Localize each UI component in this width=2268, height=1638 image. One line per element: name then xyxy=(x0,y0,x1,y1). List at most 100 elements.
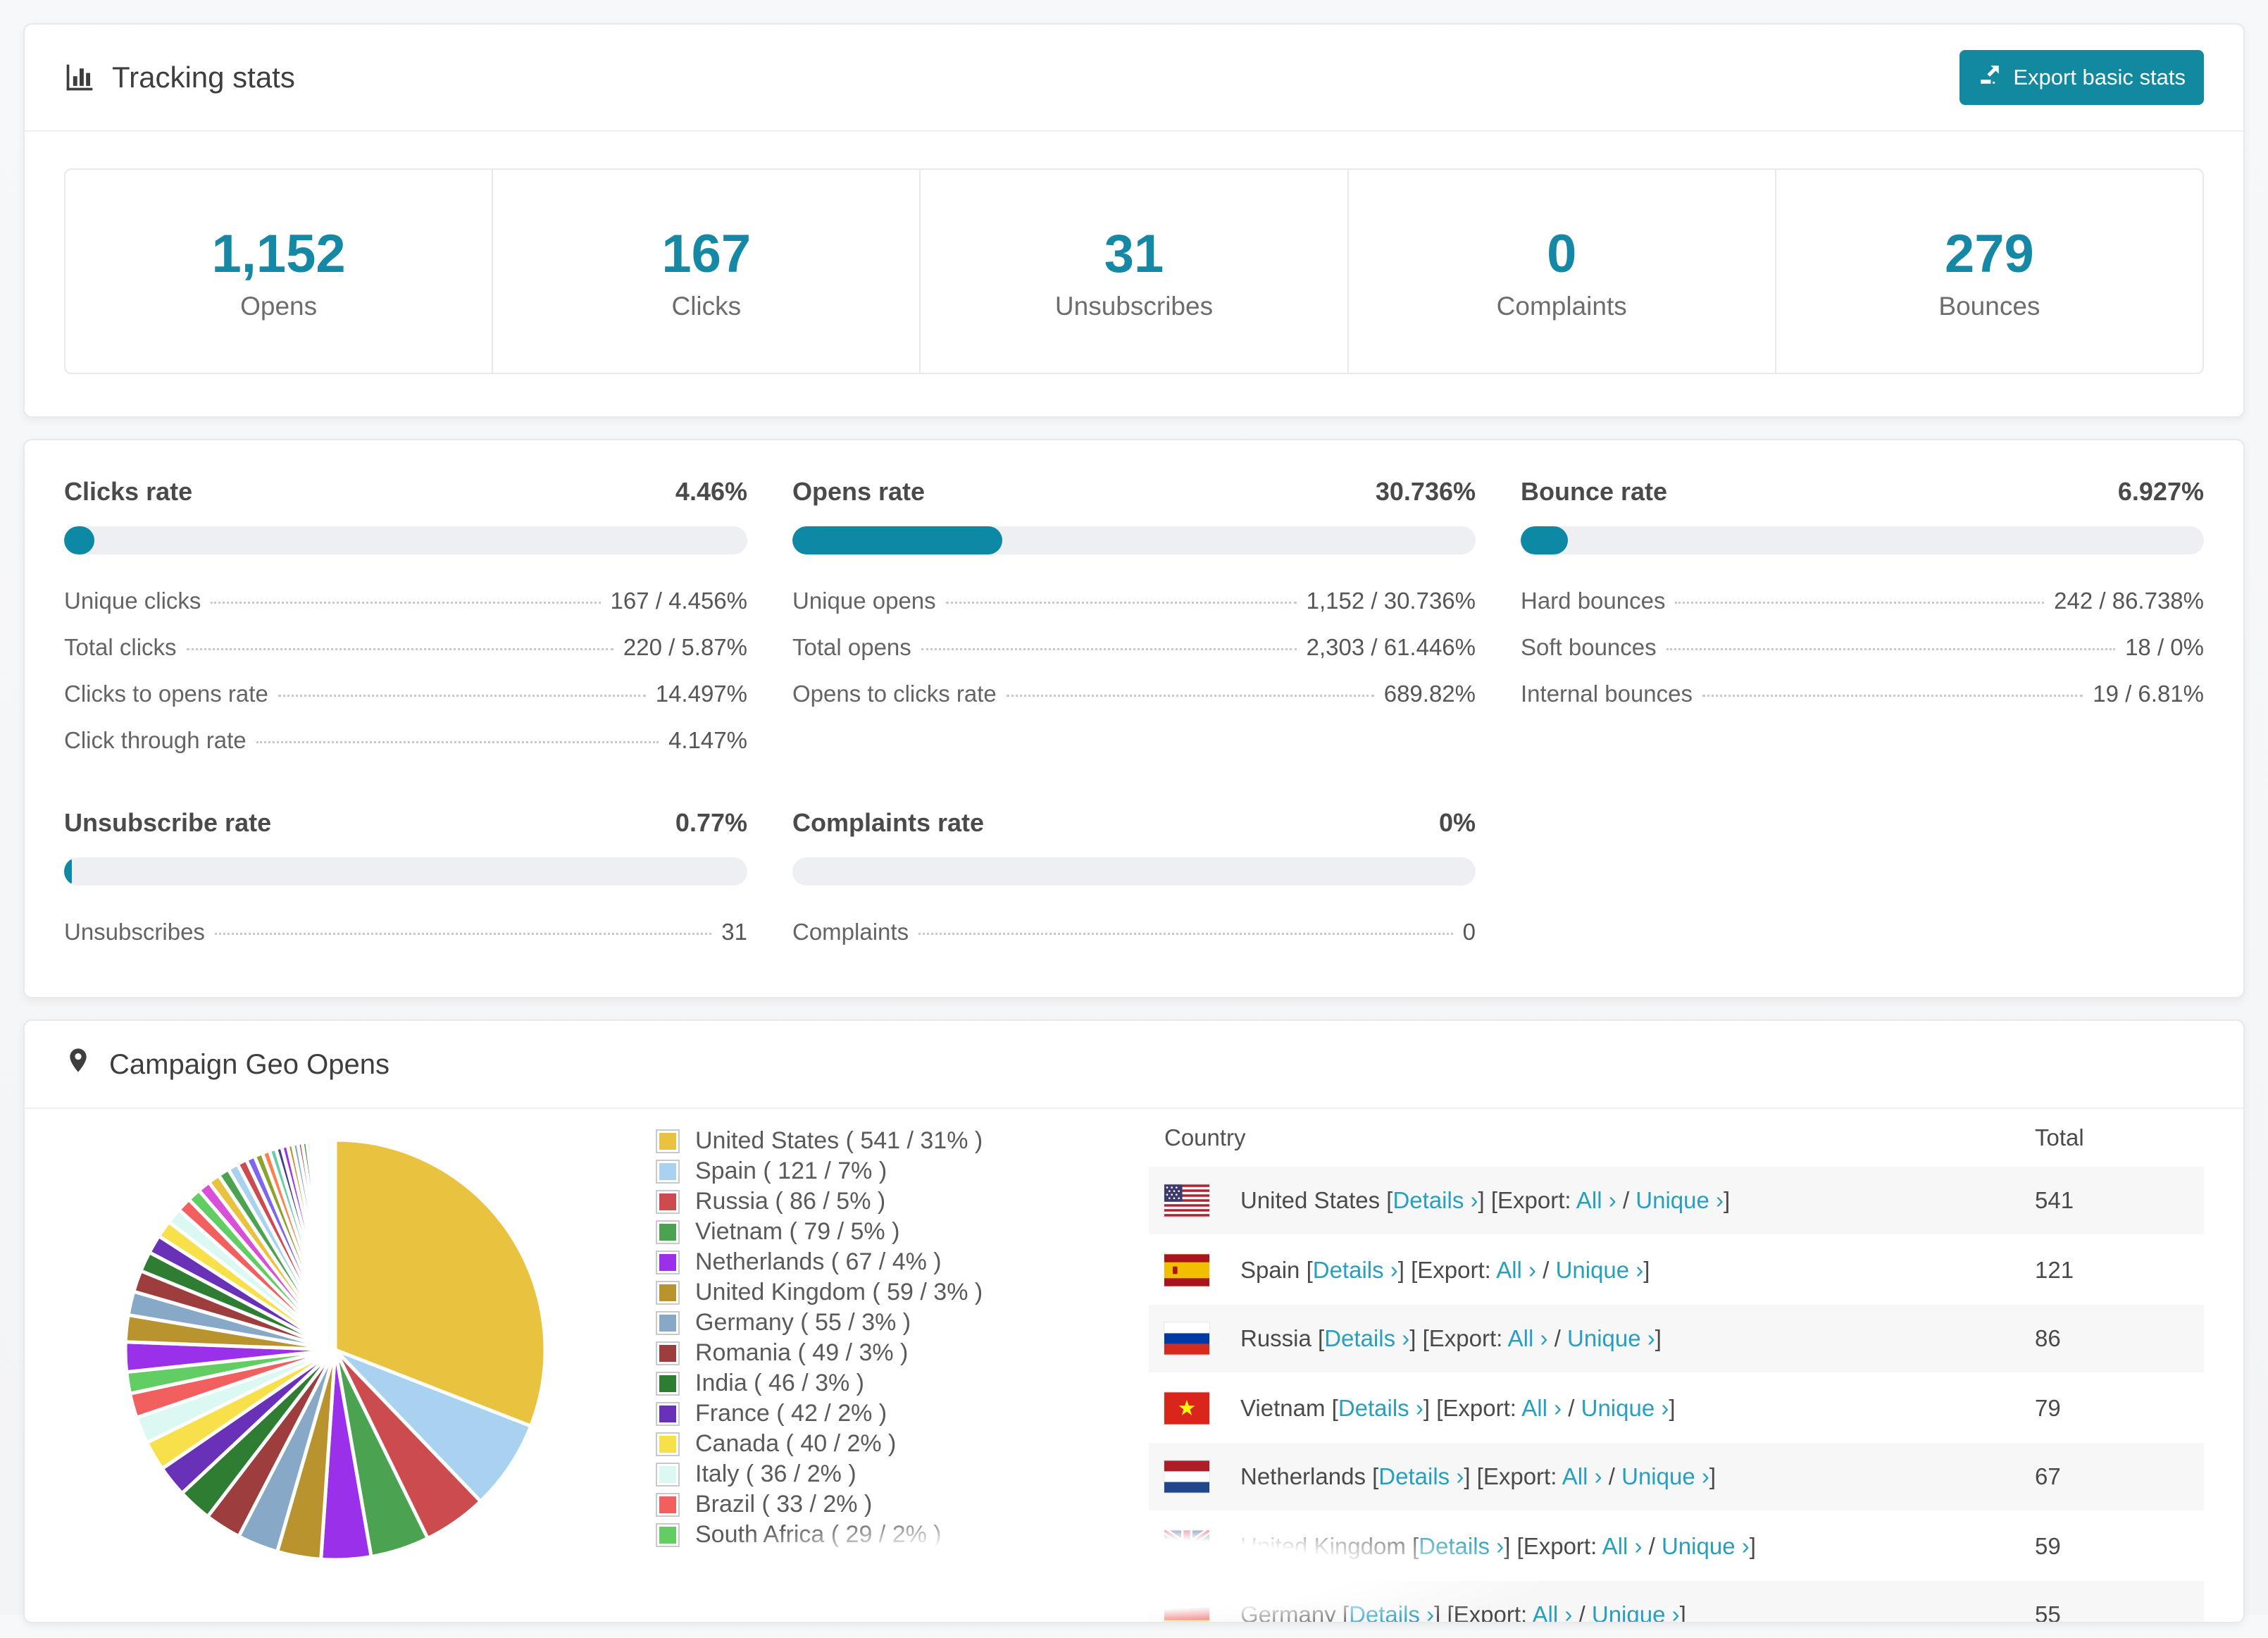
details-link[interactable]: Details › xyxy=(1313,1257,1398,1283)
legend-item[interactable]: Vietnam ( 79 / 5% ) xyxy=(656,1217,1029,1247)
total-cell: 59 xyxy=(2035,1533,2061,1559)
legend-item[interactable]: Canada ( 40 / 2% ) xyxy=(656,1429,1029,1459)
table-row-netherlands: Netherlands [Details ›] [Export: All › /… xyxy=(1149,1443,2204,1512)
legend-item[interactable]: France ( 42 / 2% ) xyxy=(656,1398,1029,1429)
legend-item[interactable]: United States ( 541 / 31% ) xyxy=(656,1126,1029,1156)
legend-item[interactable]: Netherlands ( 67 / 4% ) xyxy=(656,1247,1029,1277)
legend-swatch xyxy=(656,1432,680,1456)
export-all-link[interactable]: All › xyxy=(1576,1187,1616,1213)
geo-opens-body: United States ( 541 / 31% ) Spain ( 121 … xyxy=(25,1109,2243,1622)
opens-count: 1,152 xyxy=(211,224,346,284)
stat-box-bounces: 279 Bounces xyxy=(1776,170,2202,373)
geo-table-header-row: Country Total xyxy=(1149,1109,2204,1167)
stats-summary-row: 1,152 Opens 167 Clicks 31 Unsubscribes 0… xyxy=(64,168,2204,374)
geo-pie-chart[interactable] xyxy=(117,1131,554,1568)
legend-item[interactable]: Brazil ( 33 / 2% ) xyxy=(656,1489,1029,1520)
bracket: ] xyxy=(1478,1187,1485,1213)
slash: / xyxy=(1622,1187,1630,1213)
legend-label: Vietnam ( 79 / 5% ) xyxy=(695,1218,900,1245)
complaints-rate-value: 0% xyxy=(1438,808,1476,837)
export-all-link[interactable]: All › xyxy=(1562,1463,1602,1489)
rate-row-label: Unique clicks xyxy=(64,588,201,614)
bounce-rate-value: 6.927% xyxy=(2117,477,2204,506)
details-link[interactable]: Details › xyxy=(1392,1187,1478,1213)
clicks-rate-progress-fill xyxy=(64,526,95,554)
export-label: Export: xyxy=(1417,1257,1491,1283)
export-basic-stats-button[interactable]: Export basic stats xyxy=(1959,50,2204,105)
bracket: ] xyxy=(1423,1395,1431,1421)
export-button-label: Export basic stats xyxy=(2013,65,2186,89)
rate-row-value: 19 / 6.81% xyxy=(2093,681,2204,707)
rate-row: Internal bounces 19 / 6.81% xyxy=(1521,671,2204,718)
legend-item[interactable]: Italy ( 36 / 2% ) xyxy=(656,1459,1029,1489)
details-link[interactable]: Details › xyxy=(1349,1601,1434,1622)
page: { "colors": { "accent": "#0d89a5", "link… xyxy=(0,23,2268,1638)
rate-row-label: Complaints xyxy=(792,919,909,945)
clicks-count: 167 xyxy=(661,224,752,284)
details-link[interactable]: Details › xyxy=(1338,1395,1423,1421)
rate-row: Unique clicks 167 / 4.456% xyxy=(64,578,747,625)
opens-rate-value: 30.736% xyxy=(1375,477,1476,506)
country-row-text: Netherlands [Details ›] [Export: All › /… xyxy=(1240,1463,1716,1490)
country-cell: Germany [Details ›] [Export: All › / Uni… xyxy=(1149,1599,2028,1622)
clicks-rate-panel: Clicks rate 4.46% Unique clicks 167 / 4.4… xyxy=(64,477,747,764)
geo-opens-table: Country Total United States [Details ›] … xyxy=(1149,1109,2204,1622)
legend-item[interactable]: United Kingdom ( 59 / 3% ) xyxy=(656,1277,1029,1308)
rate-row-label: Clicks to opens rate xyxy=(64,681,268,707)
bounces-count: 279 xyxy=(1945,224,2034,284)
clicks-label: Clicks xyxy=(671,292,742,321)
legend-item[interactable]: Russia ( 86 / 5% ) xyxy=(656,1186,1029,1217)
bounce-rate-progress-fill xyxy=(1521,526,1569,554)
export-unique-link[interactable]: Unique › xyxy=(1621,1463,1709,1489)
total-column-header: Total xyxy=(2035,1124,2084,1150)
legend-item[interactable]: India ( 46 / 3% ) xyxy=(656,1368,1029,1398)
export-unique-link[interactable]: Unique › xyxy=(1556,1257,1644,1283)
geo-pie-container xyxy=(64,1109,606,1622)
clicks-rate-value: 4.46% xyxy=(675,477,747,506)
dotted-leader xyxy=(945,602,1297,604)
export-all-link[interactable]: All › xyxy=(1496,1257,1536,1283)
legend-item[interactable]: South Africa ( 29 / 2% ) xyxy=(656,1520,1029,1550)
slash: / xyxy=(1543,1257,1550,1283)
dotted-leader xyxy=(256,741,659,743)
export-unique-link[interactable]: Unique › xyxy=(1662,1533,1750,1559)
dotted-leader xyxy=(214,933,712,935)
legend-label: France ( 42 / 2% ) xyxy=(695,1400,887,1427)
bracket: [ xyxy=(1372,1463,1379,1489)
rate-row-value: 4.147% xyxy=(668,727,747,753)
bracket: [ xyxy=(1318,1325,1325,1351)
bracket: ] xyxy=(1464,1463,1471,1489)
legend-swatch xyxy=(656,1310,680,1335)
tracking-stats-title: Tracking stats xyxy=(64,60,295,95)
legend-item[interactable]: Spain ( 121 / 7% ) xyxy=(656,1156,1029,1186)
bracket: ] xyxy=(1397,1257,1404,1283)
export-unique-link[interactable]: Unique › xyxy=(1592,1601,1680,1622)
dotted-leader xyxy=(1666,648,2116,650)
details-link[interactable]: Details › xyxy=(1378,1463,1464,1489)
details-link[interactable]: Details › xyxy=(1419,1533,1504,1559)
rate-row: Click through rate 4.147% xyxy=(64,718,747,764)
total-cell: 79 xyxy=(2035,1395,2061,1421)
export-unique-link[interactable]: Unique › xyxy=(1581,1395,1669,1421)
legend-item[interactable]: Romania ( 49 / 3% ) xyxy=(656,1338,1029,1368)
rate-row-value: 31 xyxy=(721,919,747,945)
slash: / xyxy=(1608,1463,1615,1489)
dotted-leader xyxy=(918,933,1453,935)
unsubscribe-rate-title: Unsubscribe rate xyxy=(64,808,272,837)
export-all-link[interactable]: All › xyxy=(1533,1601,1573,1622)
legend-item[interactable]: Germany ( 55 / 3% ) xyxy=(656,1308,1029,1338)
opens-rate-panel: Opens rate 30.736% Unique opens 1,152 / 3… xyxy=(792,477,1476,764)
export-all-link[interactable]: All › xyxy=(1521,1395,1562,1421)
legend-label: Italy ( 36 / 2% ) xyxy=(695,1460,856,1487)
country-row-text: United Kingdom [Details ›] [Export: All … xyxy=(1240,1533,1756,1560)
export-all-link[interactable]: All › xyxy=(1602,1533,1643,1559)
slash: / xyxy=(1648,1533,1655,1559)
export-all-link[interactable]: All › xyxy=(1508,1325,1548,1351)
export-unique-link[interactable]: Unique › xyxy=(1567,1325,1655,1351)
rate-row: Opens to clicks rate 689.82% xyxy=(792,671,1476,718)
bracket: ] xyxy=(1749,1533,1756,1559)
details-link[interactable]: Details › xyxy=(1324,1325,1409,1351)
rate-row-value: 0 xyxy=(1462,919,1476,945)
legend-swatch xyxy=(656,1522,680,1547)
export-unique-link[interactable]: Unique › xyxy=(1635,1187,1724,1213)
